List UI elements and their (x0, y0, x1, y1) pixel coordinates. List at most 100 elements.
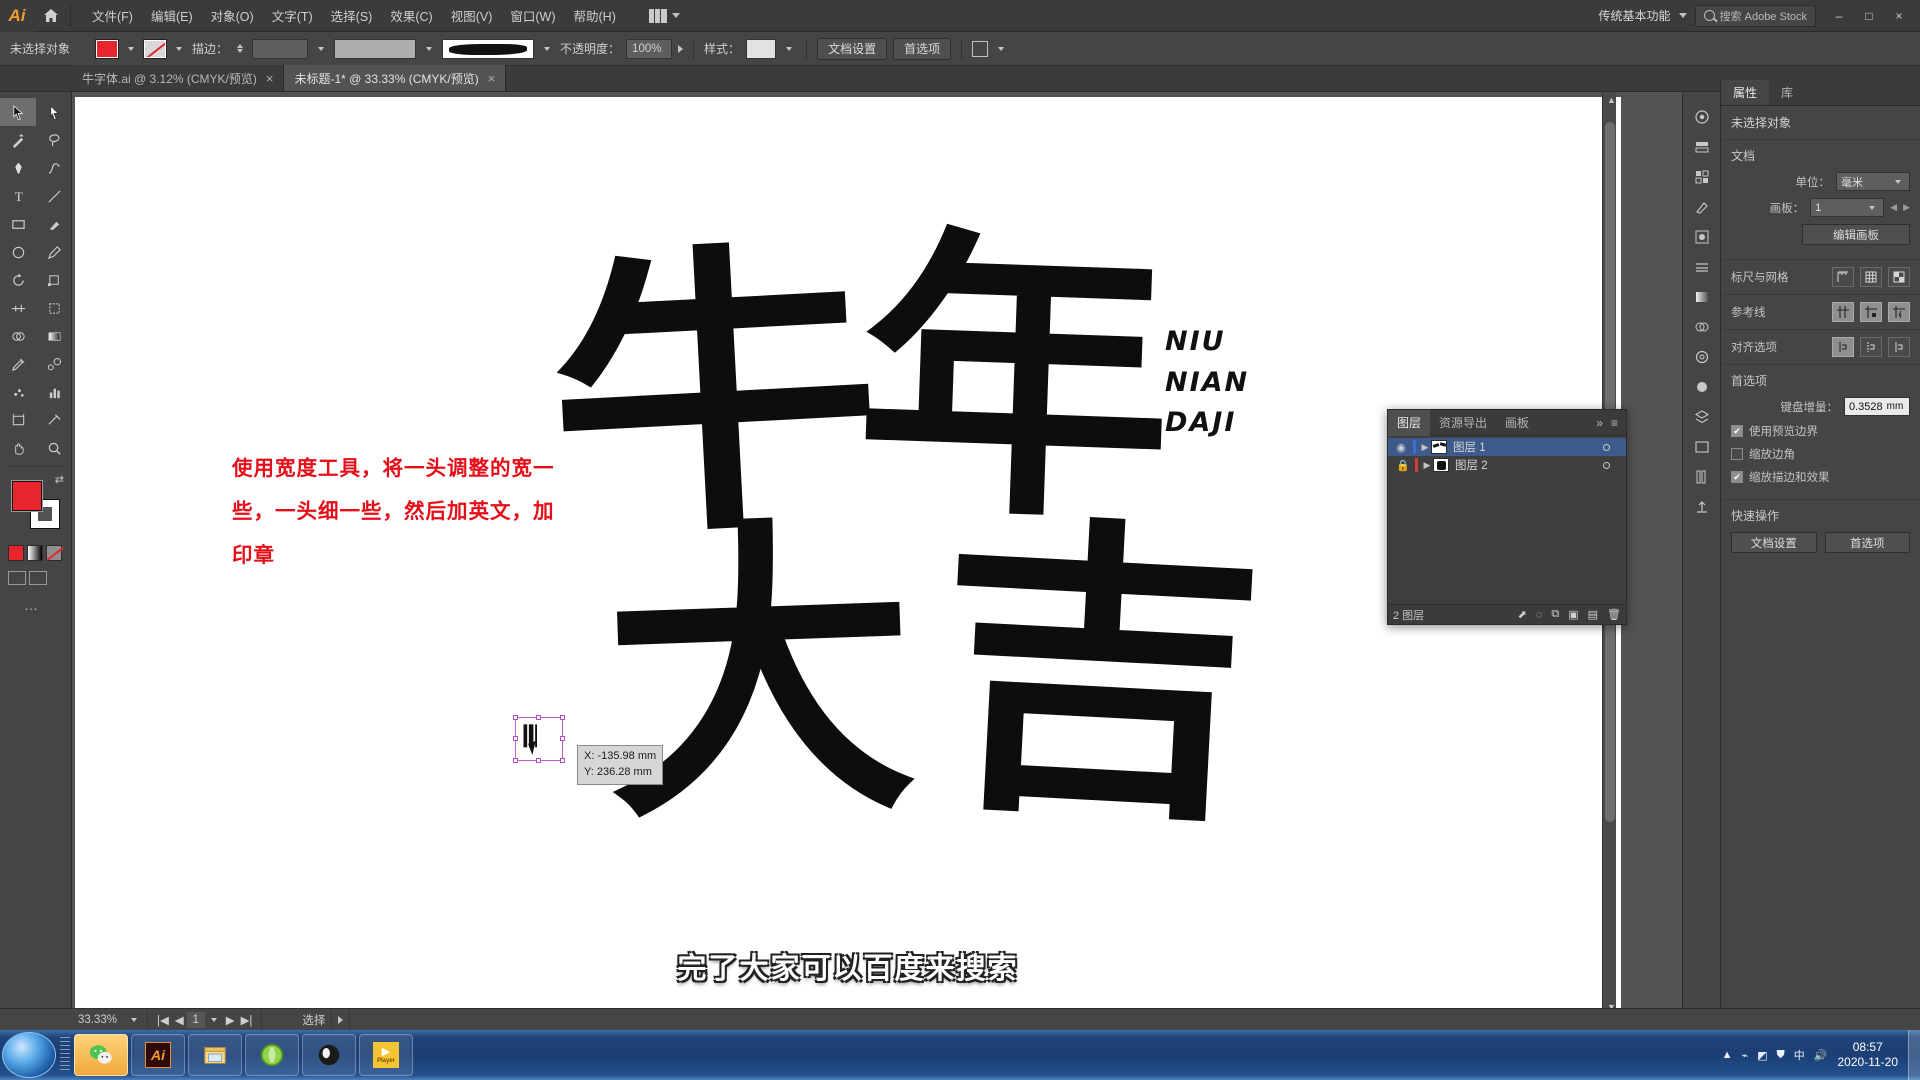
align-to-key-object-icon[interactable] (1860, 337, 1882, 357)
line-segment-tool[interactable] (36, 182, 72, 210)
tray-network-icon[interactable]: ◩ (1757, 1049, 1767, 1062)
handle-top-center[interactable] (536, 715, 541, 720)
artboard-tool[interactable] (0, 406, 36, 434)
handle-top-right[interactable] (560, 715, 565, 720)
collapse-icon[interactable]: » (1596, 416, 1603, 430)
color-panel-icon[interactable] (1683, 102, 1721, 132)
swatches-icon[interactable] (1683, 162, 1721, 192)
menu-window[interactable]: 窗口(W) (501, 1, 564, 30)
scale-tool[interactable] (36, 266, 72, 294)
home-icon[interactable] (34, 0, 68, 32)
handle-bottom-center[interactable] (536, 758, 541, 763)
scale-corners-row[interactable]: 缩放边角 (1731, 446, 1910, 462)
none-button[interactable] (46, 545, 62, 561)
direct-selection-tool[interactable] (36, 98, 72, 126)
use-preview-bounds-row[interactable]: ✔ 使用预览边界 (1731, 423, 1910, 439)
drawing-mode-icon[interactable] (8, 571, 26, 585)
next-artboard-icon[interactable]: ▶ (223, 1013, 238, 1027)
status-bar-options[interactable] (332, 1008, 351, 1031)
tab-artboards[interactable]: 画板 (1496, 410, 1538, 436)
checkbox-checked-icon[interactable]: ✔ (1731, 471, 1743, 483)
layer-name[interactable]: 图层 2 (1455, 457, 1488, 473)
last-artboard-icon[interactable]: ▶| (238, 1013, 256, 1027)
checkbox-checked-icon[interactable]: ✔ (1731, 425, 1743, 437)
edit-artboard-button[interactable]: 编辑画板 (1802, 224, 1910, 245)
preferences-button[interactable]: 首选项 (893, 37, 952, 60)
edit-toolbar-icon[interactable]: … (24, 597, 71, 613)
lasso-tool[interactable] (36, 126, 72, 154)
chevron-down-icon[interactable] (426, 46, 433, 51)
shaper-tool[interactable] (0, 238, 36, 266)
menu-effect[interactable]: 效果(C) (381, 1, 441, 30)
symbols-icon[interactable] (1683, 222, 1721, 252)
chevron-down-icon[interactable] (544, 46, 551, 51)
first-artboard-icon[interactable]: |◀ (154, 1013, 172, 1027)
layer-row-2[interactable]: 🔒 ▶ 图层 2 (1388, 456, 1626, 474)
symbol-sprayer-tool[interactable] (0, 378, 36, 406)
chevron-right-icon[interactable]: ▶ (1419, 442, 1431, 453)
layers-panel-icon[interactable] (1683, 402, 1721, 432)
taskbar-item-file-explorer[interactable] (188, 1034, 242, 1076)
scroll-up-icon[interactable]: ▲ (1607, 95, 1616, 105)
artboards-panel-icon[interactable] (1683, 432, 1721, 462)
chevron-down-icon[interactable] (318, 46, 325, 51)
menu-object[interactable]: 对象(O) (202, 1, 263, 30)
fill-color-swatch[interactable] (95, 38, 120, 59)
stroke-panel-icon[interactable] (1683, 252, 1721, 282)
tray-expand-icon[interactable]: ▲ (1722, 1049, 1733, 1061)
tab-asset-export[interactable]: 资源导出 (1430, 410, 1496, 436)
asset-export-icon[interactable] (1683, 492, 1721, 522)
document-tab-1[interactable]: 牛字体.ai @ 3.12% (CMYK/预览) × (72, 65, 285, 91)
screen-mode-icon[interactable] (29, 571, 47, 585)
graphic-styles-icon[interactable] (1683, 372, 1721, 402)
gradient-button[interactable] (27, 545, 43, 561)
select-similar-icon[interactable] (972, 40, 989, 57)
layer-target-icon[interactable] (1603, 443, 1610, 451)
show-guides-icon[interactable] (1832, 302, 1854, 322)
type-tool[interactable]: T (0, 182, 36, 210)
document-tab-2[interactable]: 未标题-1* @ 33.33% (CMYK/预览) × (284, 65, 507, 91)
free-transform-tool[interactable] (36, 294, 72, 322)
align-to-selection-icon[interactable] (1832, 337, 1854, 357)
menu-help[interactable]: 帮助(H) (565, 1, 625, 30)
chevron-down-icon[interactable] (786, 46, 793, 51)
quick-document-setup-button[interactable]: 文档设置 (1731, 532, 1817, 553)
canvas-area[interactable]: 牛 年 大 吉 NIU NIAN DAJI 使用宽度工具，将一头调整的宽一些，一… (72, 92, 1621, 1030)
show-desktop-button[interactable] (1908, 1030, 1920, 1080)
brushes-icon[interactable] (1683, 192, 1721, 222)
chevron-right-icon[interactable]: ▶ (1421, 460, 1433, 471)
status-options-icon[interactable] (338, 1015, 344, 1024)
lock-guides-icon[interactable] (1860, 302, 1882, 322)
prev-artboard-icon[interactable]: ◀ (1890, 202, 1897, 213)
pencil-tool[interactable] (36, 238, 72, 266)
stroke-weight-field[interactable] (252, 38, 309, 59)
next-artboard-icon[interactable]: ▶ (1903, 202, 1910, 213)
zoom-level-field[interactable]: 33.33% (72, 1008, 148, 1031)
start-button[interactable] (2, 1032, 56, 1078)
show-grid-icon[interactable] (1860, 267, 1882, 287)
menu-file[interactable]: 文件(F) (83, 1, 142, 30)
pen-tool[interactable] (0, 154, 36, 182)
selection-tool[interactable] (0, 98, 36, 126)
handle-bottom-left[interactable] (513, 758, 518, 763)
checkbox-unchecked-icon[interactable] (1731, 448, 1743, 460)
selected-object[interactable]: 𝄃𝄃 (513, 715, 565, 763)
create-new-sublayer-icon[interactable]: ⧉ (1551, 608, 1559, 621)
chevron-down-icon[interactable] (210, 1017, 217, 1022)
artboard-navigation[interactable]: |◀ ◀ 1 ▶ ▶| (148, 1008, 263, 1031)
swap-fill-stroke-icon[interactable]: ⇄ (55, 473, 64, 486)
close-button[interactable]: × (1884, 4, 1914, 28)
close-icon[interactable]: × (488, 72, 496, 85)
handle-bottom-right[interactable] (560, 758, 565, 763)
magic-wand-tool[interactable] (0, 126, 36, 154)
menu-view[interactable]: 视图(V) (442, 1, 502, 30)
stroke-color-swatch[interactable] (143, 38, 168, 59)
panel-menu-icon[interactable]: ≡ (1611, 416, 1618, 430)
arrange-documents-button[interactable] (643, 6, 686, 26)
menu-type[interactable]: 文字(T) (263, 1, 322, 30)
scale-strokes-effects-row[interactable]: ✔ 缩放描边和效果 (1731, 469, 1910, 485)
workspace-switcher[interactable]: 传统基本功能 (1599, 7, 1671, 24)
slice-tool[interactable] (36, 406, 72, 434)
eye-icon[interactable]: ◉ (1392, 441, 1410, 454)
current-tool-status[interactable]: 选择 (262, 1008, 333, 1031)
